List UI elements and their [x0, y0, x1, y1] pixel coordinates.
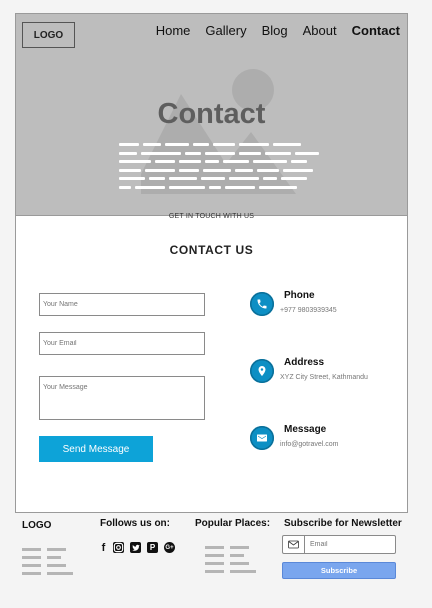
popular-places-title: Popular Places:: [195, 518, 271, 529]
main-nav: Home Gallery Blog About Contact: [141, 23, 400, 38]
message-value: info@gotravel.com: [280, 441, 339, 448]
newsletter-title: Subscribe for Newsletter: [284, 518, 402, 529]
message-title: Message: [284, 424, 327, 435]
envelope-icon: [250, 426, 274, 450]
phone-title: Phone: [284, 290, 315, 301]
subscribe-button[interactable]: Subscribe: [282, 562, 396, 579]
newsletter-email-input[interactable]: [310, 539, 390, 550]
nav-blog[interactable]: Blog: [262, 23, 288, 38]
hero-banner: LOGO Home Gallery Blog About Contact Con…: [16, 14, 407, 216]
location-pin-icon: [250, 359, 274, 383]
message-textarea[interactable]: [39, 376, 205, 420]
footer-logo[interactable]: LOGO: [22, 520, 51, 531]
facebook-icon[interactable]: f: [100, 542, 107, 554]
footer-links-placeholder: [22, 548, 73, 580]
contact-section-title: CONTACT US: [169, 243, 254, 257]
nav-contact[interactable]: Contact: [352, 23, 400, 38]
header-logo[interactable]: LOGO: [22, 22, 75, 48]
address-title: Address: [284, 357, 325, 368]
mail-icon: [283, 536, 305, 553]
phone-icon: [250, 292, 274, 316]
nav-about[interactable]: About: [303, 23, 337, 38]
contact-kicker: GET IN TOUCH WITH US: [168, 213, 255, 220]
follow-us-title: Follows us on:: [100, 518, 170, 529]
hero-title: Contact: [157, 98, 266, 130]
email-input[interactable]: [39, 332, 205, 355]
instagram-icon[interactable]: [113, 542, 124, 553]
send-message-button[interactable]: Send Message: [39, 436, 153, 462]
name-input[interactable]: [39, 293, 205, 316]
newsletter-email-field[interactable]: [282, 535, 396, 554]
nav-home[interactable]: Home: [156, 23, 191, 38]
phone-value: +977 9803939345: [280, 307, 337, 314]
nav-gallery[interactable]: Gallery: [205, 23, 246, 38]
social-links: f P G+: [100, 542, 175, 554]
twitter-icon[interactable]: [130, 542, 141, 553]
address-value: XYZ City Street, Kathmandu: [280, 374, 368, 381]
popular-places-placeholder: [205, 546, 256, 578]
hero-text-placeholder: [119, 143, 319, 194]
google-plus-icon[interactable]: G+: [164, 542, 175, 553]
pinterest-icon[interactable]: P: [147, 542, 158, 553]
